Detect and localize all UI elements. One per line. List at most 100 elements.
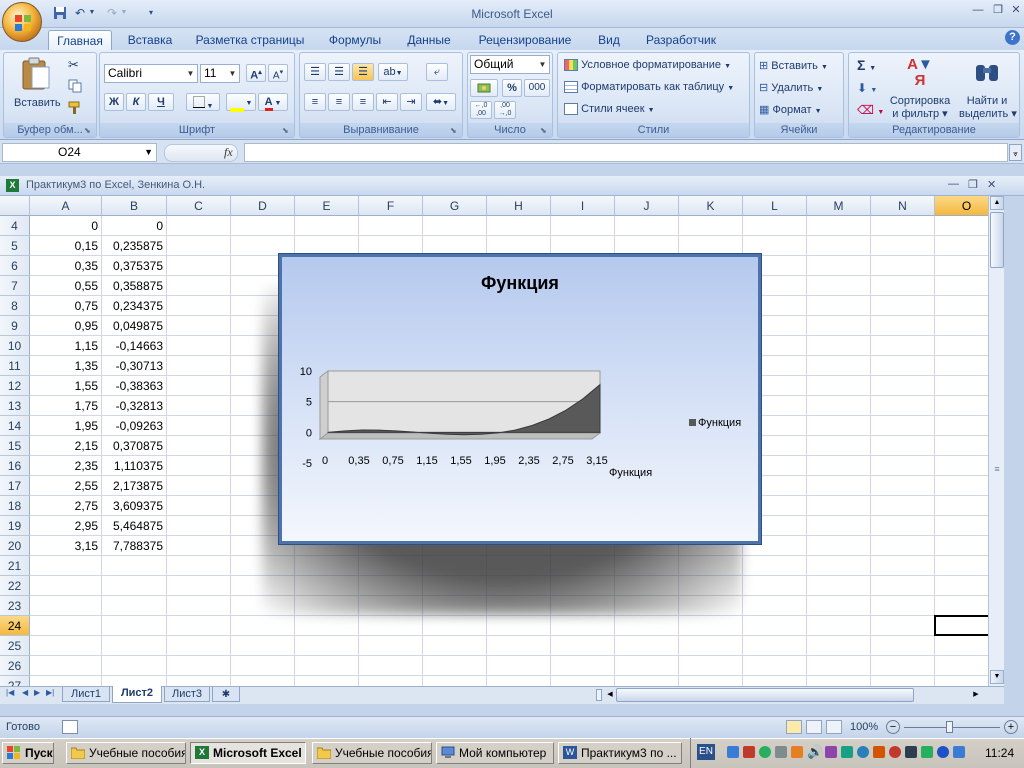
cell-a[interactable]: 1,75 — [30, 396, 102, 416]
macro-record-icon[interactable] — [62, 720, 78, 734]
cell[interactable] — [807, 316, 871, 336]
cell[interactable] — [743, 576, 807, 596]
cell-b[interactable]: 2,173875 — [102, 476, 167, 496]
row-header[interactable]: 25 — [0, 636, 30, 656]
cell-a[interactable]: 0,35 — [30, 256, 102, 276]
font-launcher-icon[interactable]: ⬊ — [282, 126, 289, 135]
cell[interactable] — [807, 536, 871, 556]
cell[interactable] — [679, 616, 743, 636]
cell-b[interactable]: 7,788375 — [102, 536, 167, 556]
cell-b[interactable]: 0,370875 — [102, 436, 167, 456]
cell[interactable] — [615, 216, 679, 236]
cell-b[interactable]: -0,14663 — [102, 336, 167, 356]
clear-button[interactable]: ⌫ ▼ — [857, 103, 884, 117]
taskbar-item-folder-2[interactable]: Учебные пособия — [312, 742, 432, 764]
taskbar-item-folder[interactable]: Учебные пособия — [66, 742, 186, 764]
cell[interactable] — [743, 616, 807, 636]
tray-app-icon-6[interactable] — [905, 746, 917, 758]
cell[interactable] — [423, 656, 487, 676]
column-header[interactable]: E — [295, 196, 359, 216]
insert-function-button[interactable]: fx — [224, 145, 233, 160]
conditional-formatting-button[interactable]: Условное форматирование ▼ — [564, 59, 731, 75]
cell[interactable] — [807, 496, 871, 516]
decrease-decimal-button[interactable]: ,00 →,0 — [494, 101, 516, 119]
merge-center-button[interactable]: ⬌▼ — [426, 93, 456, 111]
tray-app-icon-3[interactable] — [857, 746, 869, 758]
cell[interactable] — [807, 636, 871, 656]
cell[interactable] — [231, 616, 295, 636]
cell-a[interactable]: 2,15 — [30, 436, 102, 456]
fill-button[interactable]: ⬇ ▼ — [857, 81, 877, 95]
cell[interactable] — [167, 336, 231, 356]
last-sheet-icon[interactable]: ▶| — [46, 688, 54, 697]
row-header[interactable]: 16 — [0, 456, 30, 476]
cell[interactable] — [871, 656, 935, 676]
row-header[interactable]: 12 — [0, 376, 30, 396]
cell[interactable] — [167, 416, 231, 436]
cell[interactable] — [167, 376, 231, 396]
borders-button[interactable]: ▼ — [186, 93, 220, 111]
cell[interactable] — [743, 556, 807, 576]
workbook-close-icon[interactable]: ✕ — [987, 178, 996, 191]
select-all-corner[interactable] — [0, 196, 30, 216]
start-button[interactable]: Пуск — [2, 742, 54, 764]
cell[interactable] — [935, 436, 988, 456]
cell[interactable] — [615, 676, 679, 686]
alignment-launcher-icon[interactable]: ⬊ — [450, 126, 457, 135]
cell[interactable] — [935, 256, 988, 276]
cell[interactable] — [167, 576, 231, 596]
cell[interactable] — [935, 656, 988, 676]
cell[interactable] — [295, 616, 359, 636]
cell[interactable] — [807, 476, 871, 496]
cell[interactable] — [871, 276, 935, 296]
cell[interactable] — [871, 476, 935, 496]
cell[interactable] — [679, 636, 743, 656]
thousands-button[interactable]: 000 — [524, 79, 550, 97]
cell[interactable] — [935, 316, 988, 336]
cell[interactable] — [167, 656, 231, 676]
tray-app-icon[interactable] — [825, 746, 837, 758]
cell[interactable] — [743, 216, 807, 236]
cell[interactable] — [167, 456, 231, 476]
cell[interactable] — [231, 636, 295, 656]
scroll-right-icon[interactable]: ▶ — [970, 688, 982, 702]
cell[interactable] — [359, 616, 423, 636]
cell-a[interactable]: 0,75 — [30, 296, 102, 316]
cell-a[interactable] — [30, 656, 102, 676]
clipboard-launcher-icon[interactable]: ⬊ — [84, 126, 91, 135]
cell[interactable] — [871, 496, 935, 516]
cell-a[interactable] — [30, 596, 102, 616]
cell-a[interactable] — [30, 676, 102, 686]
row-header[interactable]: 15 — [0, 436, 30, 456]
cell-a[interactable] — [30, 556, 102, 576]
align-top-button[interactable]: ☰ — [304, 63, 326, 81]
cell-b[interactable]: 5,464875 — [102, 516, 167, 536]
fill-color-button[interactable]: ▼ — [226, 93, 256, 112]
sort-filter-button[interactable]: А▼ Я Сортировка и фильтр ▾ — [885, 57, 955, 121]
tray-network-icon[interactable] — [727, 746, 739, 758]
row-header[interactable]: 5 — [0, 236, 30, 256]
cell[interactable] — [295, 656, 359, 676]
row-header[interactable]: 21 — [0, 556, 30, 576]
decrease-indent-button[interactable]: ⇤ — [376, 93, 398, 111]
vertical-scroll-thumb[interactable] — [990, 212, 1004, 268]
cell[interactable] — [167, 316, 231, 336]
tray-update-icon[interactable] — [791, 746, 803, 758]
cell[interactable] — [807, 596, 871, 616]
zoom-slider-thumb[interactable] — [946, 721, 953, 733]
cell[interactable] — [167, 216, 231, 236]
cell-a[interactable]: 1,55 — [30, 376, 102, 396]
cell[interactable] — [487, 636, 551, 656]
increase-indent-button[interactable]: ⇥ — [400, 93, 422, 111]
cell[interactable] — [871, 536, 935, 556]
cell[interactable] — [615, 616, 679, 636]
row-header[interactable]: 11 — [0, 356, 30, 376]
cell[interactable] — [807, 676, 871, 686]
formula-input[interactable] — [244, 143, 1008, 162]
language-indicator[interactable]: EN — [697, 744, 715, 760]
cell[interactable] — [807, 216, 871, 236]
bluetooth-icon[interactable] — [937, 746, 949, 758]
cell[interactable] — [615, 636, 679, 656]
cell[interactable] — [167, 676, 231, 686]
cell-a[interactable]: 0 — [30, 216, 102, 236]
